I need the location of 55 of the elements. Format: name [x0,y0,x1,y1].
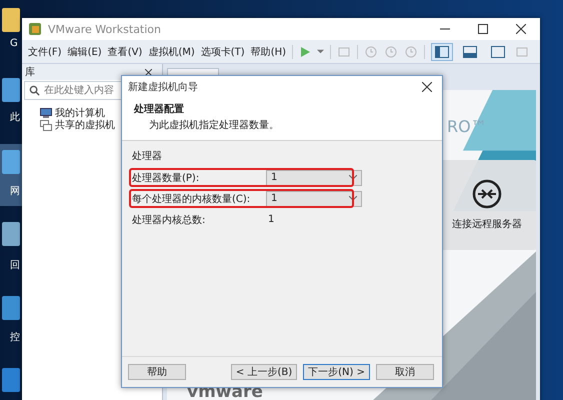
clock-icon[interactable] [384,44,398,58]
maximize-icon[interactable] [478,24,488,34]
desktop-icon[interactable] [2,78,20,102]
dialog-subtitle: 为此虚拟机指定处理器数量。 [149,118,280,132]
computer-icon [40,108,52,118]
desktop-icon[interactable] [2,296,20,320]
close-icon[interactable] [145,68,152,76]
clock-icon[interactable] [404,44,418,58]
tree-item[interactable]: 我的计算机 [55,106,105,120]
caret-icon [349,175,357,180]
field-label: 处理器数量(P): [132,172,200,184]
dialog-button[interactable]: < 上一步(B) [230,364,298,380]
close-icon[interactable] [422,82,432,92]
field-label: 处理器内核总数: [132,214,206,226]
snapshot-icon[interactable] [337,44,352,58]
clock-icon[interactable] [364,44,378,58]
desktop-icon[interactable] [2,368,20,392]
field-label: 每个处理器的内核数量(C): [132,192,252,206]
remote-server-label: 连接远程服务器 [452,218,522,231]
dialog-button[interactable]: 下一步(N) > [303,364,370,380]
app-icon [28,22,42,36]
dropdown[interactable]: 1 [266,170,362,186]
view-button[interactable] [431,42,454,60]
shared-computer-icon [40,120,52,130]
field-value: 1 [267,214,274,225]
play-icon[interactable] [299,46,312,58]
library-title: 库 [25,66,35,79]
fullscreen-icon[interactable] [515,46,530,58]
menu-item[interactable]: 编辑(E) [68,44,102,58]
caret-icon [349,196,357,201]
dialog-button[interactable]: 取消 [376,364,434,380]
dialog-button[interactable]: 帮助 [128,364,186,380]
group-label: 处理器 [132,150,163,163]
desktop-icon[interactable] [2,150,20,174]
desktop-icon-label: 回 [10,259,20,272]
desktop-icon-label: 控 [10,331,20,344]
dialog-heading: 处理器配置 [134,102,185,116]
desktop-icon-label: 此 [10,110,20,124]
close-icon[interactable] [516,24,526,34]
menu-item[interactable]: 查看(V) [108,44,142,58]
search-icon [29,85,40,96]
menu-item[interactable]: 帮助(H) [250,44,286,58]
menu-item[interactable]: 虚拟机(M) [148,44,195,58]
connect-icon [472,179,502,209]
dropdown[interactable]: 1 [266,190,362,206]
vmware-logo: vmware [187,382,263,400]
desktop-icon-label: G [10,38,18,49]
desktop-icon-label: 网 [10,185,20,198]
desktop-icon[interactable] [2,222,20,246]
desktop-icon[interactable] [2,8,20,32]
caret-icon[interactable] [317,48,324,55]
menu-item[interactable]: 选项卡(T) [200,44,245,58]
window-title: VMware Workstation [48,22,162,36]
tree-item[interactable]: 共享的虚拟机 [55,118,115,132]
menu-item[interactable]: 文件(F) [28,44,62,58]
